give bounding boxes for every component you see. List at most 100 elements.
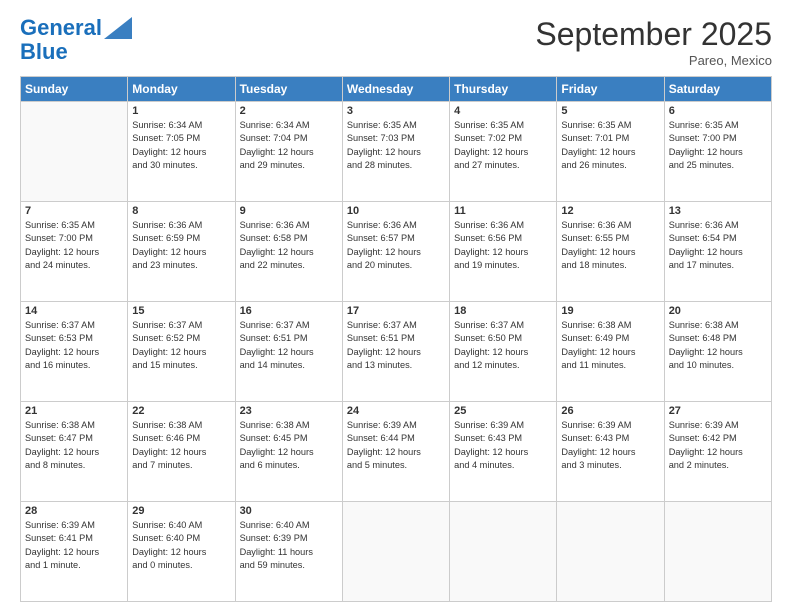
day-number: 8 — [132, 205, 230, 217]
day-number: 11 — [454, 205, 552, 217]
day-number: 30 — [240, 505, 338, 517]
day-info: Sunrise: 6:39 AM Sunset: 6:43 PM Dayligh… — [454, 419, 552, 472]
day-number: 6 — [669, 105, 767, 117]
day-info: Sunrise: 6:36 AM Sunset: 6:55 PM Dayligh… — [561, 219, 659, 272]
day-info: Sunrise: 6:34 AM Sunset: 7:04 PM Dayligh… — [240, 119, 338, 172]
day-number: 28 — [25, 505, 123, 517]
table-row: 28Sunrise: 6:39 AM Sunset: 6:41 PM Dayli… — [21, 502, 128, 602]
col-sunday: Sunday — [21, 77, 128, 102]
logo-text: General — [20, 16, 102, 40]
table-row: 13 Sunrise: 6:36 AM Sunset: 6:54 PM Dayli… — [664, 202, 771, 302]
table-row: 26 Sunrise: 6:39 AM Sunset: 6:43 PM Dayli… — [557, 402, 664, 502]
day-info: Sunrise: 6:39 AM Sunset: 6:43 PM Dayligh… — [561, 419, 659, 472]
day-info: Sunrise: 6:36 AM Sunset: 6:54 PM Dayligh… — [669, 219, 767, 272]
col-monday: Monday — [128, 77, 235, 102]
day-number: 9 — [240, 205, 338, 217]
day-number: 13 — [669, 205, 767, 217]
day-info: Sunrise: 6:36 AM Sunset: 6:58 PM Dayligh… — [240, 219, 338, 272]
day-number: 10 — [347, 205, 445, 217]
day-number: 16 — [240, 305, 338, 317]
day-info: Sunrise: 6:35 AM Sunset: 7:03 PM Dayligh… — [347, 119, 445, 172]
logo-icon — [104, 17, 132, 39]
day-info: Sunrise: 6:37 AM Sunset: 6:53 PM Dayligh… — [25, 319, 123, 372]
table-row: 4Sunrise: 6:35 AM Sunset: 7:02 PM Daylig… — [450, 102, 557, 202]
day-info: Sunrise: 6:35 AM Sunset: 7:01 PM Dayligh… — [561, 119, 659, 172]
day-info: Sunrise: 6:40 AM Sunset: 6:39 PM Dayligh… — [240, 519, 338, 572]
day-number: 26 — [561, 405, 659, 417]
table-row — [664, 502, 771, 602]
day-number: 24 — [347, 405, 445, 417]
col-tuesday: Tuesday — [235, 77, 342, 102]
day-number: 21 — [25, 405, 123, 417]
table-row: 16Sunrise: 6:37 AM Sunset: 6:51 PM Dayli… — [235, 302, 342, 402]
col-saturday: Saturday — [664, 77, 771, 102]
table-row: 30 Sunrise: 6:40 AM Sunset: 6:39 PM Dayli… — [235, 502, 342, 602]
page: General Blue September 2025 Pareo, Mexic… — [0, 0, 792, 612]
table-row: 9 Sunrise: 6:36 AM Sunset: 6:58 PM Daylig… — [235, 202, 342, 302]
header: General Blue September 2025 Pareo, Mexic… — [20, 16, 772, 68]
day-info: Sunrise: 6:38 AM Sunset: 6:49 PM Dayligh… — [561, 319, 659, 372]
table-row: 29 Sunrise: 6:40 AM Sunset: 6:40 PM Dayli… — [128, 502, 235, 602]
logo-general: General — [20, 15, 102, 40]
logo-blue: Blue — [20, 40, 68, 64]
table-row — [21, 102, 128, 202]
table-row: 22 Sunrise: 6:38 AM Sunset: 6:46 PM Dayli… — [128, 402, 235, 502]
table-row: 23 Sunrise: 6:38 AM Sunset: 6:45 PM Dayli… — [235, 402, 342, 502]
table-row — [342, 502, 449, 602]
calendar-table: Sunday Monday Tuesday Wednesday Thursday… — [20, 76, 772, 602]
day-number: 12 — [561, 205, 659, 217]
calendar-header-row: Sunday Monday Tuesday Wednesday Thursday… — [21, 77, 772, 102]
table-row: 18 Sunrise: 6:37 AM Sunset: 6:50 PM Dayli… — [450, 302, 557, 402]
day-number: 5 — [561, 105, 659, 117]
table-row: 27 Sunrise: 6:39 AM Sunset: 6:42 PM Dayli… — [664, 402, 771, 502]
day-info: Sunrise: 6:35 AM Sunset: 7:00 PM Dayligh… — [669, 119, 767, 172]
title-block: September 2025 Pareo, Mexico — [535, 16, 772, 68]
table-row: 8 Sunrise: 6:36 AM Sunset: 6:59 PM Daylig… — [128, 202, 235, 302]
day-info: Sunrise: 6:40 AM Sunset: 6:40 PM Dayligh… — [132, 519, 230, 572]
day-number: 3 — [347, 105, 445, 117]
table-row: 12 Sunrise: 6:36 AM Sunset: 6:55 PM Dayli… — [557, 202, 664, 302]
day-info: Sunrise: 6:38 AM Sunset: 6:46 PM Dayligh… — [132, 419, 230, 472]
day-info: Sunrise: 6:37 AM Sunset: 6:52 PM Dayligh… — [132, 319, 230, 372]
day-number: 27 — [669, 405, 767, 417]
day-info: Sunrise: 6:39 AM Sunset: 6:42 PM Dayligh… — [669, 419, 767, 472]
day-number: 29 — [132, 505, 230, 517]
table-row: 10Sunrise: 6:36 AM Sunset: 6:57 PM Dayli… — [342, 202, 449, 302]
day-number: 22 — [132, 405, 230, 417]
logo: General Blue — [20, 16, 132, 64]
month-title: September 2025 — [535, 16, 772, 53]
day-number: 17 — [347, 305, 445, 317]
day-number: 18 — [454, 305, 552, 317]
day-info: Sunrise: 6:38 AM Sunset: 6:45 PM Dayligh… — [240, 419, 338, 472]
table-row: 15 Sunrise: 6:37 AM Sunset: 6:52 PM Dayli… — [128, 302, 235, 402]
day-number: 23 — [240, 405, 338, 417]
day-number: 25 — [454, 405, 552, 417]
col-thursday: Thursday — [450, 77, 557, 102]
table-row: 6 Sunrise: 6:35 AM Sunset: 7:00 PM Daylig… — [664, 102, 771, 202]
location: Pareo, Mexico — [535, 53, 772, 68]
day-info: Sunrise: 6:39 AM Sunset: 6:44 PM Dayligh… — [347, 419, 445, 472]
table-row — [450, 502, 557, 602]
day-info: Sunrise: 6:36 AM Sunset: 6:59 PM Dayligh… — [132, 219, 230, 272]
table-row: 2 Sunrise: 6:34 AM Sunset: 7:04 PM Daylig… — [235, 102, 342, 202]
table-row: 24 Sunrise: 6:39 AM Sunset: 6:44 PM Dayli… — [342, 402, 449, 502]
day-info: Sunrise: 6:35 AM Sunset: 7:00 PM Dayligh… — [25, 219, 123, 272]
day-number: 2 — [240, 105, 338, 117]
day-info: Sunrise: 6:36 AM Sunset: 6:56 PM Dayligh… — [454, 219, 552, 272]
table-row: 1 Sunrise: 6:34 AM Sunset: 7:05 PM Daylig… — [128, 102, 235, 202]
day-info: Sunrise: 6:34 AM Sunset: 7:05 PM Dayligh… — [132, 119, 230, 172]
day-number: 15 — [132, 305, 230, 317]
col-friday: Friday — [557, 77, 664, 102]
day-info: Sunrise: 6:37 AM Sunset: 6:51 PM Dayligh… — [347, 319, 445, 372]
day-info: Sunrise: 6:38 AM Sunset: 6:47 PM Dayligh… — [25, 419, 123, 472]
table-row: 25 Sunrise: 6:39 AM Sunset: 6:43 PM Dayli… — [450, 402, 557, 502]
col-wednesday: Wednesday — [342, 77, 449, 102]
table-row: 7Sunrise: 6:35 AM Sunset: 7:00 PM Daylig… — [21, 202, 128, 302]
day-number: 19 — [561, 305, 659, 317]
day-info: Sunrise: 6:37 AM Sunset: 6:50 PM Dayligh… — [454, 319, 552, 372]
table-row: 19 Sunrise: 6:38 AM Sunset: 6:49 PM Dayli… — [557, 302, 664, 402]
day-number: 4 — [454, 105, 552, 117]
day-number: 1 — [132, 105, 230, 117]
table-row: 14Sunrise: 6:37 AM Sunset: 6:53 PM Dayli… — [21, 302, 128, 402]
day-info: Sunrise: 6:38 AM Sunset: 6:48 PM Dayligh… — [669, 319, 767, 372]
